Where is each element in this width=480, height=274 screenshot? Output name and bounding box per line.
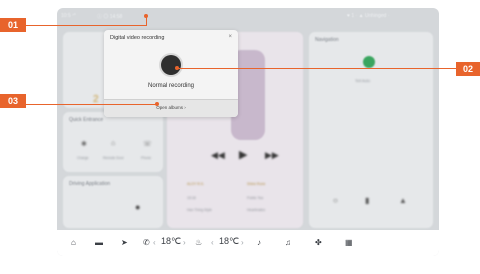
quick-item-label: Remote Door: [103, 156, 124, 160]
fan-icon[interactable]: ✤: [315, 238, 322, 247]
status-bar: 10:5 ⁷° ⓘ ◎ 14:58 ♥ 1 · ▲ Unhinged ·: [57, 8, 439, 24]
callout-03-line: [26, 104, 156, 105]
location-icon: [363, 56, 375, 68]
navigation-subtitle: Tell Auto: [355, 78, 371, 83]
dialog-footer: Open albums ›: [104, 99, 238, 117]
status-time: 10:5 ⁷°: [61, 13, 76, 19]
apps-icon[interactable]: ▦: [345, 238, 353, 247]
play-icon[interactable]: ▶: [239, 148, 247, 161]
temp-left: 18℃: [161, 236, 182, 246]
quick-entrance-title: Quick Entrance: [69, 117, 104, 123]
temp-left-increase[interactable]: ›: [183, 238, 186, 247]
callout-02: 02: [456, 62, 480, 76]
temp-right-increase[interactable]: ›: [241, 238, 244, 247]
bottom-dock: ⌂ ▬ ➤ ✆ ‹ 18℃ › ♨ ‹ 18℃ › ♪ ♫ ✤ ▦: [57, 230, 439, 256]
close-icon[interactable]: ×: [228, 34, 232, 40]
music-meta: 15:18: [187, 196, 196, 200]
temp-left-decrease[interactable]: ‹: [153, 238, 156, 247]
navigation-card[interactable]: Navigation Tell Auto ○ ▮ ▲: [309, 32, 433, 228]
image-icon[interactable]: ▲: [399, 196, 407, 205]
music-meta: Han Thing Style: [187, 208, 212, 212]
music-icon[interactable]: ♫: [285, 238, 291, 247]
quick-item-label: Phone: [141, 156, 152, 160]
callout-01-dot: [144, 14, 148, 18]
driving-application-title: Driving Application: [69, 181, 111, 187]
phone-quick-icon[interactable]: ☏: [143, 140, 152, 148]
temp-right: 18℃: [219, 236, 240, 246]
music-meta: ALOY R.S.: [187, 182, 205, 186]
quick-entrance-card[interactable]: Quick Entrance ✱ ⌂ ☏ Charge Remote Door …: [63, 112, 163, 172]
callout-02-line: [178, 68, 456, 69]
record-label: Normal recording: [147, 83, 195, 89]
camera-app-icon[interactable]: ●: [135, 202, 140, 212]
callout-03: 03: [0, 94, 26, 108]
charge-icon[interactable]: ✱: [81, 140, 87, 148]
navigation-title: Navigation: [315, 37, 339, 43]
previous-icon[interactable]: ◀◀: [211, 150, 225, 161]
seat-heat-icon[interactable]: ♪: [257, 238, 261, 247]
status-right: ♥ 1 · ▲ Unhinged ·: [347, 13, 390, 19]
callout-02-dot: [175, 66, 179, 70]
search-icon[interactable]: ○: [333, 196, 338, 205]
open-albums-link[interactable]: Open albums ›: [104, 105, 238, 110]
next-icon[interactable]: ▶▶: [265, 150, 279, 161]
chevron-right-icon: ›: [184, 105, 186, 110]
open-albums-label: Open albums: [156, 105, 183, 110]
document-icon[interactable]: ▮: [365, 196, 369, 205]
record-button[interactable]: [161, 55, 181, 75]
phone-icon[interactable]: ✆: [143, 238, 150, 247]
callout-01-line: [146, 17, 147, 26]
music-meta: Shine Rune: [247, 182, 266, 186]
car-icon[interactable]: ▬: [95, 238, 103, 247]
status-indicators: ⓘ ◎ 14:58: [97, 14, 123, 20]
callout-01: 01: [0, 18, 26, 32]
temp-right-decrease[interactable]: ‹: [211, 238, 214, 247]
driving-application-card[interactable]: Driving Application ●: [63, 176, 163, 228]
dialog-title: Digital video recording: [110, 35, 165, 41]
quick-item-label: Charge: [77, 156, 89, 160]
callout-03-dot: [155, 102, 159, 106]
music-meta: Heartmates: [247, 208, 266, 212]
navigate-icon[interactable]: ➤: [121, 238, 128, 247]
home-icon[interactable]: ⌂: [71, 238, 76, 247]
seat-icon[interactable]: ♨: [195, 238, 202, 247]
callout-01-line: [26, 25, 146, 26]
music-meta: Public Tea: [247, 196, 264, 200]
remote-door-icon[interactable]: ⌂: [111, 140, 115, 147]
